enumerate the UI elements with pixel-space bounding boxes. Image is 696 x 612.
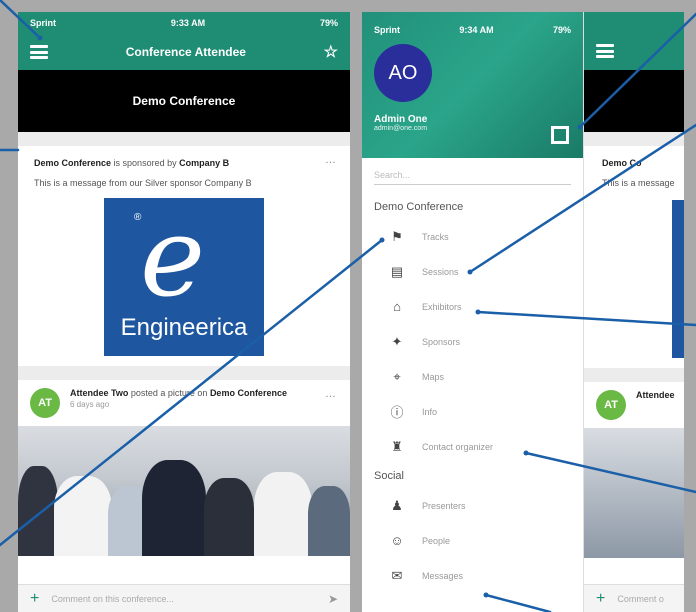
conference-banner: Demo Conference xyxy=(18,70,350,132)
presenters-icon: ♟ xyxy=(391,497,403,513)
post-header: AT Attendee Two posted a picture on Demo… xyxy=(18,380,350,426)
avatar[interactable]: AT xyxy=(30,388,60,418)
sessions-icon: ▤ xyxy=(390,263,404,279)
qr-code-icon[interactable] xyxy=(551,126,569,144)
post-time: 6 days ago xyxy=(70,400,110,409)
sponsor-message: This is a message from our Silver sponso… xyxy=(34,178,252,188)
star-icon[interactable]: ☆ xyxy=(324,42,338,62)
app-bar: Conference Attendee ☆ xyxy=(18,34,350,70)
menu-item-presenters[interactable]: ♟ Presenters xyxy=(362,488,583,523)
app-title: Conference Attendee xyxy=(125,45,246,59)
post-target[interactable]: Demo Conference xyxy=(210,388,287,398)
tracks-icon: ⚑ xyxy=(391,228,403,244)
menu-item-maps[interactable]: ⌖ Maps xyxy=(362,359,583,394)
people-icon: ☺ xyxy=(390,533,404,548)
maps-icon: ⌖ xyxy=(393,368,401,384)
sponsor-card: … Demo Conference is sponsored by Compan… xyxy=(18,146,350,356)
info-icon: ⓘ xyxy=(390,405,404,420)
add-icon[interactable]: + xyxy=(30,590,39,608)
search-input[interactable]: Search... xyxy=(374,170,571,185)
menu-icon[interactable] xyxy=(30,45,48,59)
menu-item-sponsors[interactable]: ✦ Sponsors xyxy=(362,324,583,359)
drawer-screen: Demo Co This is a message AT Attendee + C… xyxy=(362,12,684,612)
background-feed: Demo Co This is a message AT Attendee + C… xyxy=(584,12,684,612)
sponsor-logo[interactable]: ® e Engineerica xyxy=(104,198,264,356)
post-photo[interactable] xyxy=(18,426,350,556)
battery-label: 79% xyxy=(552,25,571,35)
send-icon[interactable]: ➤ xyxy=(328,592,338,606)
banner-title: Demo Conference xyxy=(132,94,236,108)
comment-bar: + Comment on this conference... ➤ xyxy=(18,584,350,612)
attendee-screen: Sprint 9:33 AM 79% Conference Attendee ☆… xyxy=(18,12,350,612)
messages-icon: ✉ xyxy=(391,567,403,583)
menu-item-info[interactable]: ⓘ Info xyxy=(362,394,583,429)
menu-item-tracks[interactable]: ⚑ Tracks xyxy=(362,219,583,254)
menu-item-messages[interactable]: ✉ Messages xyxy=(362,558,583,593)
menu-icon xyxy=(596,44,614,58)
contact-icon: ♜ xyxy=(391,438,403,454)
sponsors-icon: ✦ xyxy=(391,333,403,349)
user-name: Admin One xyxy=(374,114,428,125)
drawer-header: Sprint 9:34 AM 79% AO Admin One admin@on… xyxy=(362,12,583,158)
menu-item-people[interactable]: ☺ People xyxy=(362,523,583,558)
sponsor-link[interactable]: Company B xyxy=(179,158,229,168)
status-bar: Sprint 9:34 AM 79% xyxy=(374,24,571,36)
battery-label: 79% xyxy=(319,18,338,28)
status-bar: Sprint 9:33 AM 79% xyxy=(18,12,350,34)
more-options-icon[interactable]: … xyxy=(325,154,336,166)
carrier-label: Sprint xyxy=(374,25,400,35)
sponsor-conference-link[interactable]: Demo Conference xyxy=(34,158,111,168)
comment-input[interactable]: Comment on this conference... xyxy=(51,594,174,604)
user-email: admin@one.com xyxy=(374,125,428,132)
clock: 9:34 AM xyxy=(459,25,494,35)
more-options-icon[interactable]: … xyxy=(325,388,336,400)
post-author[interactable]: Attendee Two xyxy=(70,388,128,398)
menu-item-sessions[interactable]: ▤ Sessions xyxy=(362,254,583,289)
carrier-label: Sprint xyxy=(30,18,56,28)
clock: 9:33 AM xyxy=(170,18,206,28)
exhibitors-icon: ⌂ xyxy=(393,299,401,314)
menu-item-exhibitors[interactable]: ⌂ Exhibitors xyxy=(362,289,583,324)
section-title-social: Social xyxy=(374,470,404,482)
user-avatar[interactable]: AO xyxy=(374,44,432,102)
navigation-drawer: Sprint 9:34 AM 79% AO Admin One admin@on… xyxy=(362,12,584,612)
section-title-conference: Demo Conference xyxy=(374,201,464,213)
sponsor-logo-text: Engineerica xyxy=(120,314,248,341)
menu-item-contact-organizer[interactable]: ♜ Contact organizer xyxy=(362,429,583,464)
